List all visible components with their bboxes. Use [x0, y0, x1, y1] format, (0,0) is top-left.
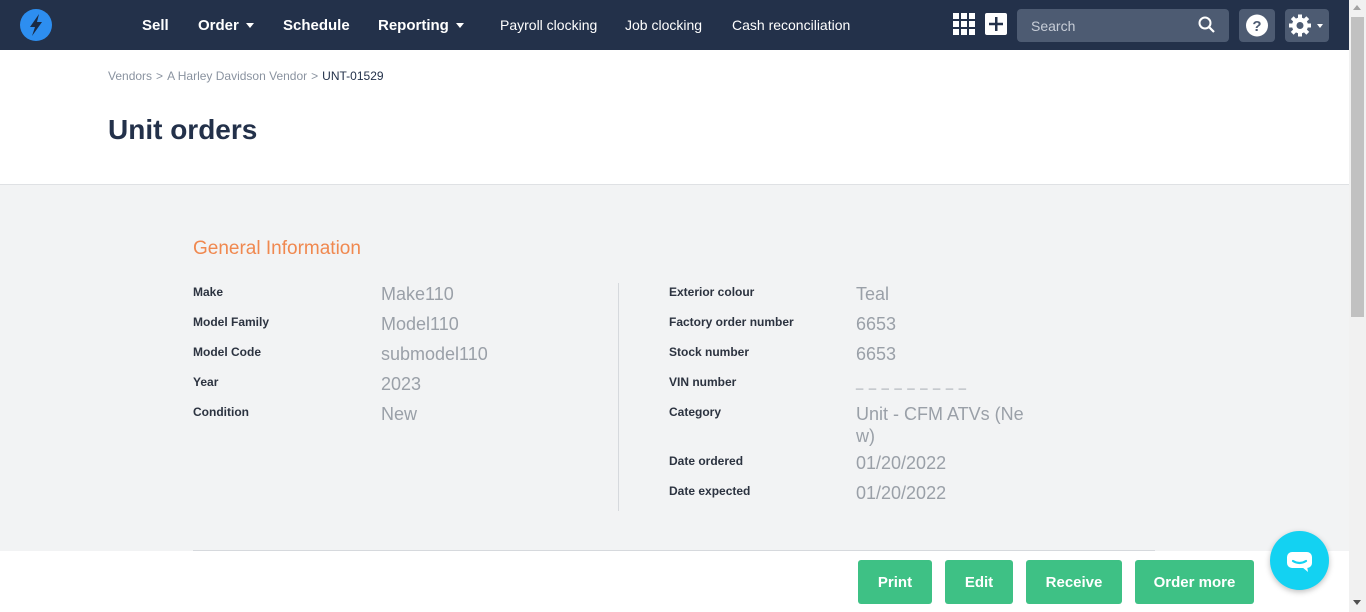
- search-box[interactable]: [1017, 9, 1229, 42]
- exterior-colour-label: Exterior colour: [669, 285, 755, 299]
- scrollbar[interactable]: [1349, 0, 1366, 612]
- help-button[interactable]: ?: [1239, 9, 1275, 42]
- nav-reporting[interactable]: Reporting: [378, 0, 464, 50]
- make-value: Make110: [381, 284, 454, 304]
- factory-order-number-value: 6653: [856, 314, 897, 334]
- top-nav: Sell Order Schedule Reporting Payroll cl…: [0, 0, 1349, 50]
- scroll-up-arrow-icon[interactable]: [1353, 5, 1361, 10]
- settings-button[interactable]: [1285, 9, 1329, 42]
- category-value: Unit - CFM ATVs (Ne: [856, 404, 1024, 424]
- caret-down-icon: [455, 22, 464, 28]
- receive-button[interactable]: Receive: [1026, 560, 1122, 604]
- nav-job-clocking-label: Job clocking: [625, 17, 703, 33]
- year-label: Year: [193, 375, 219, 389]
- grid-icon[interactable]: [953, 13, 975, 35]
- breadcrumb-vendor[interactable]: A Harley Davidson Vendor: [167, 69, 307, 83]
- nav-order[interactable]: Order: [198, 0, 254, 50]
- date-expected-value: 01/20/2022: [856, 483, 947, 503]
- edit-button[interactable]: Edit: [945, 560, 1013, 604]
- model-code-label: Model Code: [193, 345, 261, 359]
- section-title: General Information: [193, 238, 361, 259]
- nav-schedule-label: Schedule: [283, 17, 350, 34]
- caret-down-icon: [245, 22, 254, 28]
- nav-job-clocking[interactable]: Job clocking: [625, 0, 702, 50]
- breadcrumb: Vendors > A Harley Davidson Vendor > UNT-015…: [108, 69, 384, 83]
- stock-number-value: 6653: [856, 344, 897, 364]
- nav-order-label: Order: [198, 17, 239, 34]
- model-family-label: Model Family: [193, 315, 270, 329]
- vin-number-value: _ _ _ _ _ _ _ _ _: [856, 375, 967, 390]
- category-label: Category: [669, 405, 722, 419]
- column-divider: [618, 283, 619, 511]
- date-ordered-label: Date ordered: [669, 454, 744, 468]
- breadcrumb-current: UNT-01529: [322, 69, 384, 83]
- date-ordered-value: 01/20/2022: [856, 453, 947, 473]
- print-button[interactable]: Print: [858, 560, 932, 604]
- condition-value: New: [381, 404, 418, 424]
- date-expected-label: Date expected: [669, 484, 751, 498]
- year-value: 2023: [381, 374, 422, 394]
- help-icon: ?: [1246, 14, 1268, 37]
- model-code-value: submodel110: [381, 344, 488, 364]
- nav-cash-reconciliation-label: Cash reconciliation: [732, 17, 851, 33]
- page-header: Vendors > A Harley Davidson Vendor > UNT-015…: [0, 50, 1349, 185]
- breadcrumb-vendors[interactable]: Vendors: [108, 69, 152, 83]
- search-input[interactable]: [1017, 9, 1197, 42]
- breadcrumb-separator: >: [311, 69, 319, 83]
- lightning-logo[interactable]: [20, 9, 52, 41]
- factory-order-number-label: Factory order number: [669, 315, 794, 329]
- model-family-value: Model110: [381, 314, 459, 334]
- breadcrumb-separator: >: [156, 69, 164, 83]
- nav-reporting-label: Reporting: [378, 17, 449, 34]
- scroll-down-arrow-icon[interactable]: [1353, 600, 1361, 605]
- action-bar: Print Edit Receive Order more: [0, 551, 1349, 612]
- page-title: Unit orders: [108, 114, 258, 145]
- gear-icon: [1289, 14, 1323, 37]
- nav-payroll-clocking-label: Payroll clocking: [500, 17, 598, 33]
- order-more-button[interactable]: Order more: [1135, 560, 1254, 604]
- nav-payroll-clocking[interactable]: Payroll clocking: [500, 0, 597, 50]
- exterior-colour-value: Teal: [856, 284, 890, 304]
- nav-schedule[interactable]: Schedule: [283, 0, 350, 50]
- nav-cash-reconciliation[interactable]: Cash reconciliation: [732, 0, 850, 50]
- nav-sell-label: Sell: [142, 17, 169, 34]
- vin-number-label: VIN number: [669, 375, 737, 389]
- scroll-thumb[interactable]: [1351, 17, 1364, 317]
- svg-text:?: ?: [1252, 18, 1261, 35]
- category-value-wrap: w): [856, 426, 875, 446]
- chat-button[interactable]: [1270, 531, 1329, 590]
- make-label: Make: [193, 285, 224, 299]
- condition-label: Condition: [193, 405, 249, 419]
- plus-icon[interactable]: [985, 13, 1007, 35]
- stock-number-label: Stock number: [669, 345, 750, 359]
- nav-sell[interactable]: Sell: [142, 0, 169, 50]
- chat-icon: [1287, 552, 1312, 572]
- search-icon[interactable]: [1198, 16, 1215, 33]
